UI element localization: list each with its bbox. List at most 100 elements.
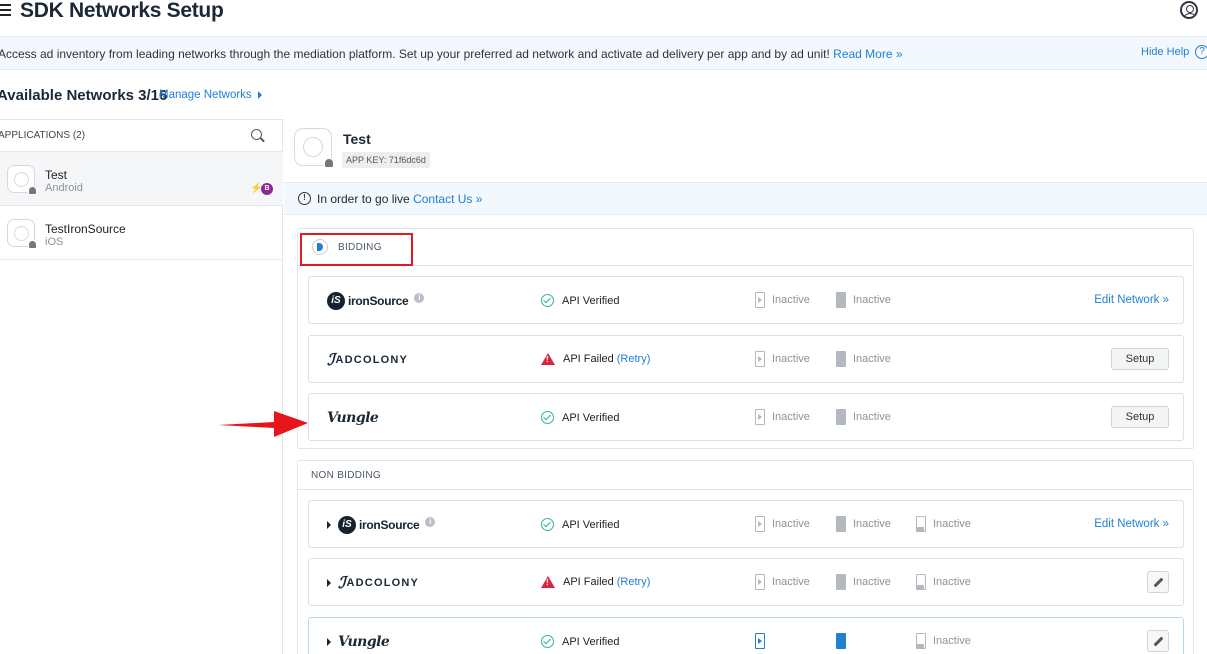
interstitial-status[interactable]: Inactive xyxy=(755,574,810,590)
check-circle-icon xyxy=(541,294,554,307)
setup-button[interactable]: Setup xyxy=(1111,348,1169,370)
pencil-icon xyxy=(1153,636,1164,647)
app-platform: iOS xyxy=(45,236,64,248)
status-label: Inactive xyxy=(772,294,810,306)
check-circle-icon xyxy=(541,518,554,531)
banner-icon xyxy=(916,633,926,649)
bidding-badge: B xyxy=(261,183,273,195)
contact-us-link[interactable]: Contact Us » xyxy=(413,192,482,206)
bidding-header: BIDDING xyxy=(298,229,1193,266)
interstitial-icon xyxy=(755,351,765,367)
expand-caret-icon[interactable] xyxy=(327,579,331,587)
rewarded-video-icon xyxy=(836,516,846,532)
retry-link[interactable]: (Retry) xyxy=(617,576,651,588)
help-bar: Access ad inventory from leading network… xyxy=(0,36,1207,70)
search-icon[interactable] xyxy=(251,129,262,140)
network-name: ADCOLONY xyxy=(335,354,409,366)
rewarded-video-icon xyxy=(836,633,846,649)
app-key-badge[interactable]: APP KEY: 71f6dc6d xyxy=(342,152,430,168)
ironsource-logo: iS ironSource i xyxy=(327,516,436,534)
status-label: Inactive xyxy=(853,576,891,588)
interstitial-status[interactable]: Inactive xyxy=(755,351,810,367)
banner-status[interactable]: Inactive xyxy=(916,633,971,649)
interstitial-icon xyxy=(755,633,765,649)
rewarded-video-icon xyxy=(836,409,846,425)
android-icon xyxy=(28,186,37,195)
api-status: API Failed(Retry) xyxy=(541,353,650,365)
banner-status[interactable]: Inactive xyxy=(916,574,971,590)
read-more-link[interactable]: Read More » xyxy=(833,47,902,61)
adcolony-logo: ℐ ADCOLONY xyxy=(327,351,408,369)
interstitial-icon xyxy=(755,292,765,308)
applications-panel: APPLICATIONS (2) Test Android ⚡ B TestIr… xyxy=(0,119,283,654)
info-icon[interactable]: i xyxy=(425,517,436,527)
rewarded-video-icon xyxy=(836,574,846,590)
edit-pencil-button[interactable] xyxy=(1147,630,1169,652)
rewarded-status[interactable]: Inactive xyxy=(836,409,891,425)
info-icon[interactable]: i xyxy=(414,293,425,303)
edit-network-link[interactable]: Edit Network » xyxy=(1094,518,1169,530)
network-row: ℐ ADCOLONY API Failed(Retry) Inactive In… xyxy=(308,335,1184,383)
edit-network-link[interactable]: Edit Network » xyxy=(1094,294,1169,306)
rewarded-status[interactable]: Inactive xyxy=(836,574,891,590)
api-status: API Verified xyxy=(541,411,619,424)
network-row[interactable]: ℐ ADCOLONY API Failed(Retry) Inactive In… xyxy=(308,558,1184,606)
status-text: API Failed xyxy=(563,353,614,365)
apple-icon xyxy=(28,240,37,249)
manage-networks-link[interactable]: Manage Networks xyxy=(159,89,262,101)
network-row[interactable]: iS ironSource i API Verified Inactive In… xyxy=(308,500,1184,548)
banner-status[interactable]: Inactive xyxy=(916,516,971,532)
vungle-logo: Vungle xyxy=(327,409,379,427)
caret-right-icon xyxy=(257,90,262,99)
annotation-arrow xyxy=(218,411,308,437)
non-bidding-header: NON BIDDING xyxy=(298,461,1193,490)
network-name: ADCOLONY xyxy=(346,577,420,589)
status-label: Inactive xyxy=(772,576,810,588)
non-bidding-section: NON BIDDING iS ironSource i API Verified… xyxy=(297,460,1194,654)
bidding-icon xyxy=(312,239,328,255)
status-label: Inactive xyxy=(933,576,971,588)
check-circle-icon xyxy=(541,411,554,424)
rewarded-video-icon xyxy=(836,292,846,308)
menu-icon[interactable] xyxy=(0,4,11,19)
interstitial-status[interactable]: Inactive xyxy=(755,409,810,425)
interstitial-status[interactable]: Inactive xyxy=(755,516,810,532)
expand-caret-icon[interactable] xyxy=(327,521,331,529)
setup-button[interactable]: Setup xyxy=(1111,406,1169,428)
bidding-section: BIDDING iS ironSource i API Verified Ina… xyxy=(297,228,1194,449)
rewarded-status[interactable]: Inactive xyxy=(836,351,891,367)
rewarded-status[interactable]: Inactive xyxy=(836,516,891,532)
hide-help-link[interactable]: Hide Help xyxy=(1141,46,1189,58)
user-account-icon[interactable] xyxy=(1180,1,1198,19)
status-label: Inactive xyxy=(853,294,891,306)
app-item-test[interactable]: Test Android ⚡ B xyxy=(0,151,283,205)
app-item-testironsource[interactable]: TestIronSource iOS xyxy=(0,205,283,259)
manage-networks-label: Manage Networks xyxy=(159,89,252,101)
adcolony-mark: ℐ xyxy=(327,352,335,369)
rewarded-status[interactable]: Inactive xyxy=(836,292,891,308)
warning-icon xyxy=(541,576,555,588)
go-live-label: In order to go live xyxy=(317,192,410,206)
banner-icon xyxy=(916,516,926,532)
interstitial-status[interactable]: Inactive xyxy=(755,292,810,308)
interstitial-icon xyxy=(755,516,765,532)
retry-link[interactable]: (Retry) xyxy=(617,353,651,365)
ironsource-logo: iS ironSource i xyxy=(327,292,425,310)
expand-caret-icon[interactable] xyxy=(327,638,331,646)
network-name: Vungle xyxy=(338,634,390,650)
status-text: API Verified xyxy=(562,411,620,424)
rewarded-status[interactable] xyxy=(836,633,853,649)
help-question-icon[interactable]: ? xyxy=(1195,45,1207,59)
interstitial-status[interactable] xyxy=(755,633,772,649)
status-label: Inactive xyxy=(772,411,810,423)
ironsource-mark: iS xyxy=(338,516,356,534)
banner-icon xyxy=(916,574,926,590)
network-row: Vungle API Verified Inactive Inactive Se… xyxy=(308,393,1184,441)
pencil-icon xyxy=(1153,577,1164,588)
network-row[interactable]: Vungle API Verified Inactive xyxy=(308,617,1184,654)
status-label: Inactive xyxy=(772,518,810,530)
network-row: iS ironSource i API Verified Inactive In… xyxy=(308,276,1184,324)
adcolony-logo: ℐ ADCOLONY xyxy=(327,574,419,592)
edit-pencil-button[interactable] xyxy=(1147,571,1169,593)
help-description: Access ad inventory from leading network… xyxy=(0,47,830,61)
